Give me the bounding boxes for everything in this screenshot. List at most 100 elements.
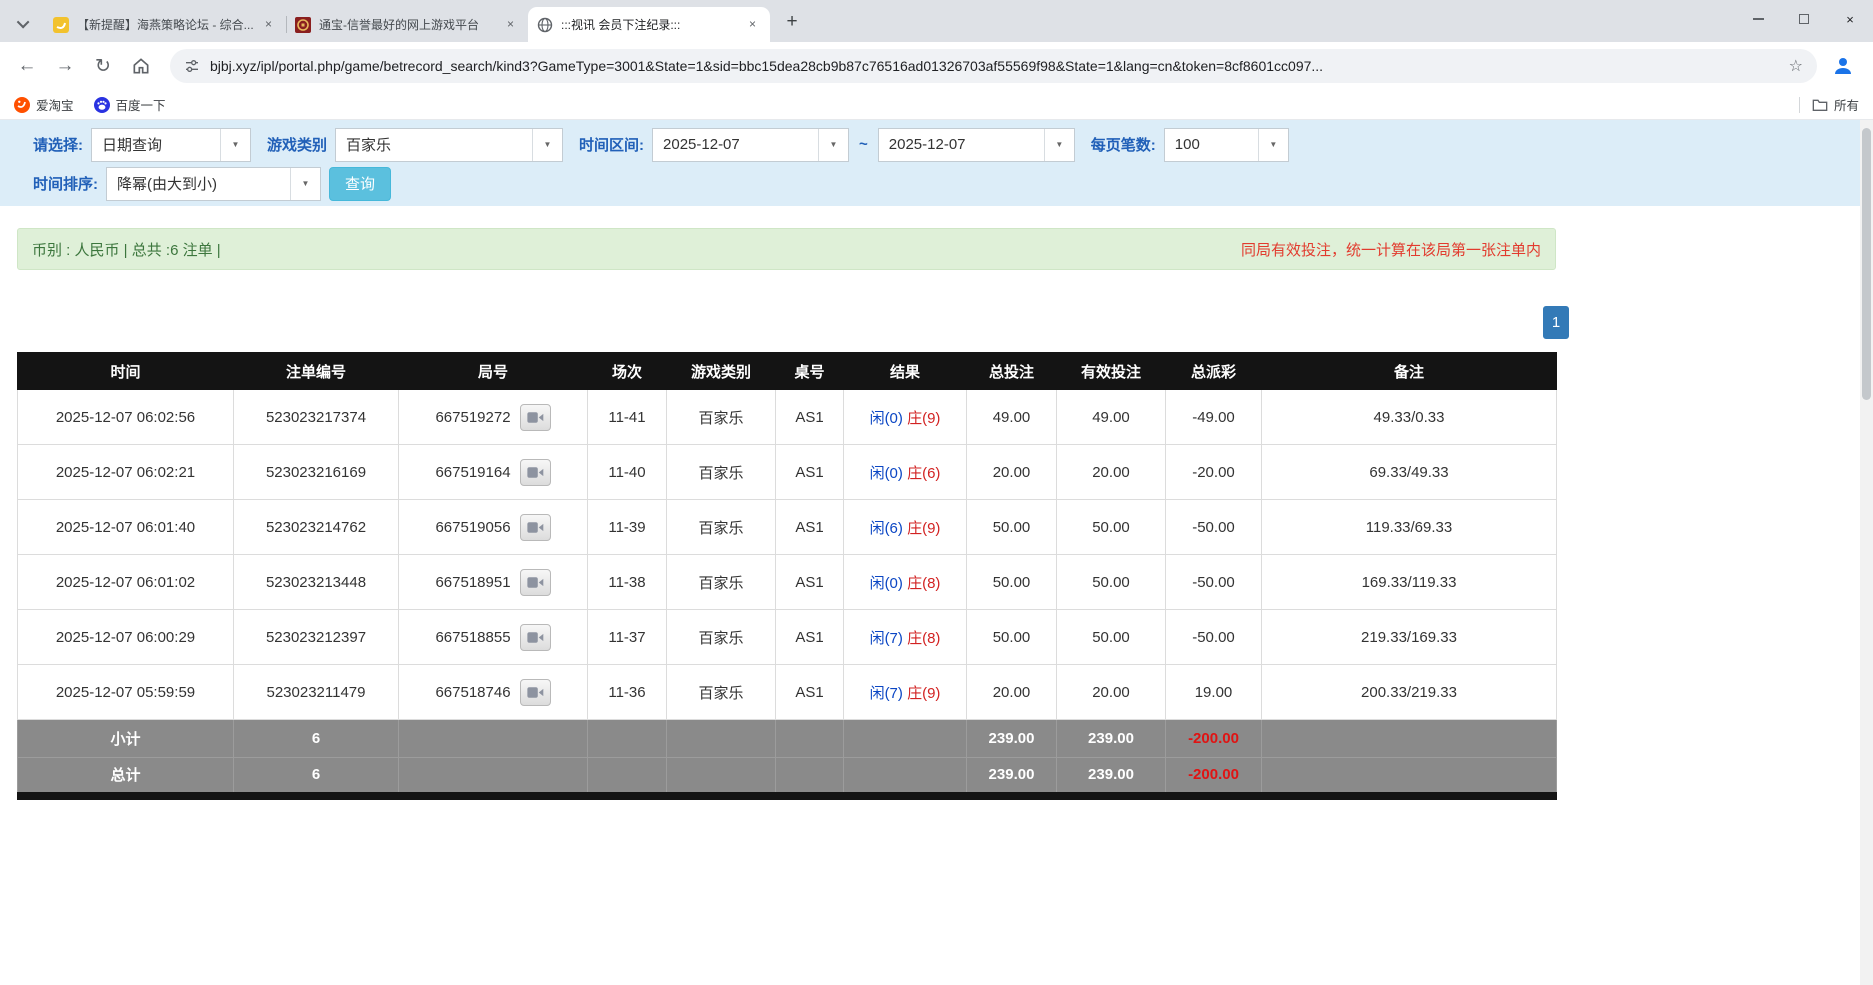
browser-tab-1[interactable]: 【新提醒】海燕策略论坛 - 综合... × bbox=[44, 7, 286, 42]
tab-close-icon[interactable]: × bbox=[502, 16, 519, 33]
profile-avatar[interactable] bbox=[1827, 50, 1859, 82]
player-result: 闲(7) bbox=[870, 630, 903, 647]
search-button[interactable]: 查询 bbox=[329, 167, 391, 201]
tab-search-button[interactable] bbox=[10, 9, 38, 37]
new-tab-button[interactable]: + bbox=[778, 8, 806, 36]
range-separator: ~ bbox=[859, 136, 868, 153]
cell-time: 2025-12-07 06:01:40 bbox=[18, 500, 234, 555]
bet-records-table: 时间 注单编号 局号 场次 游戏类别 桌号 结果 总投注 有效投注 总派彩 备注… bbox=[17, 352, 1557, 800]
filter-row-2: 时间排序: 降幂(由大到小) ▼ 查询 bbox=[33, 164, 1873, 203]
url-text[interactable]: bjbj.xyz/ipl/portal.php/game/betrecord_s… bbox=[210, 58, 1779, 74]
site-info-icon[interactable] bbox=[184, 58, 200, 74]
scrollbar-thumb[interactable] bbox=[1862, 128, 1871, 400]
time-range-label: 时间区间: bbox=[579, 134, 644, 155]
reload-button[interactable]: ↻ bbox=[86, 49, 120, 83]
pagination-page-1[interactable]: 1 bbox=[1543, 306, 1569, 339]
browser-tab-3-active[interactable]: :::视讯 会员下注纪录::: × bbox=[528, 7, 770, 42]
dropdown-arrow-icon[interactable]: ▼ bbox=[1258, 129, 1288, 161]
cell-note: 69.33/49.33 bbox=[1262, 445, 1557, 500]
video-replay-icon[interactable] bbox=[520, 679, 551, 706]
video-camera-icon bbox=[527, 466, 544, 479]
banker-result: 庄(9) bbox=[907, 520, 940, 537]
empty-cell bbox=[1262, 720, 1557, 758]
sort-dropdown[interactable]: 降幂(由大到小) ▼ bbox=[106, 167, 321, 201]
video-camera-icon bbox=[527, 521, 544, 534]
game-type-dropdown[interactable]: 百家乐 ▼ bbox=[335, 128, 563, 162]
bookmark-star-icon[interactable]: ☆ bbox=[1789, 56, 1803, 76]
maximize-button[interactable] bbox=[1781, 0, 1827, 38]
tab-title: 通宝-信誉最好的网上游戏平台 bbox=[319, 16, 502, 33]
forward-button[interactable]: → bbox=[48, 49, 82, 83]
bookmark-baidu[interactable]: 百度一下 bbox=[94, 95, 166, 114]
dropdown-arrow-icon[interactable]: ▼ bbox=[1044, 129, 1074, 161]
cell-total-bet-link[interactable]: 50.00 bbox=[967, 610, 1057, 665]
cell-valid-bet: 20.00 bbox=[1057, 445, 1166, 500]
empty-cell bbox=[399, 758, 588, 796]
cell-time: 2025-12-07 06:02:56 bbox=[18, 390, 234, 445]
url-bar[interactable]: bjbj.xyz/ipl/portal.php/game/betrecord_s… bbox=[170, 49, 1817, 83]
total-row: 总计 6 239.00 239.00 -200.00 bbox=[18, 758, 1557, 796]
bookmark-label: 百度一下 bbox=[116, 95, 166, 114]
video-replay-icon[interactable] bbox=[520, 569, 551, 596]
page-scrollbar[interactable] bbox=[1860, 120, 1873, 985]
bookmark-taobao[interactable]: 爱淘宝 bbox=[14, 95, 74, 114]
cell-game-type: 百家乐 bbox=[667, 390, 776, 445]
table-row: 2025-12-07 06:01:40523023214762667519056… bbox=[18, 500, 1557, 555]
cell-total-bet-link[interactable]: 20.00 bbox=[967, 445, 1057, 500]
dropdown-arrow-icon[interactable]: ▼ bbox=[290, 168, 320, 200]
bookmark-label: 爱淘宝 bbox=[36, 95, 74, 114]
cell-result: 闲(7) 庄(9) bbox=[844, 665, 967, 720]
col-header-time: 时间 bbox=[18, 353, 234, 390]
bookmarks-bar: 爱淘宝 百度一下 所有 bbox=[0, 90, 1873, 120]
window-controls: × bbox=[1735, 0, 1873, 38]
sort-label: 时间排序: bbox=[33, 173, 98, 194]
page-size-dropdown[interactable]: 100 ▼ bbox=[1164, 128, 1289, 162]
cell-bet-id: 523023213448 bbox=[234, 555, 399, 610]
cell-note: 49.33/0.33 bbox=[1262, 390, 1557, 445]
close-window-button[interactable]: × bbox=[1827, 0, 1873, 38]
date-to-dropdown[interactable]: 2025-12-07 ▼ bbox=[878, 128, 1075, 162]
col-header-session: 场次 bbox=[588, 353, 667, 390]
video-replay-icon[interactable] bbox=[520, 624, 551, 651]
date-from-dropdown[interactable]: 2025-12-07 ▼ bbox=[652, 128, 849, 162]
page-size-label: 每页笔数: bbox=[1091, 134, 1156, 155]
cell-total-bet-link[interactable]: 20.00 bbox=[967, 665, 1057, 720]
cell-total-bet-link[interactable]: 49.00 bbox=[967, 390, 1057, 445]
cell-total-bet-link[interactable]: 50.00 bbox=[967, 500, 1057, 555]
empty-cell bbox=[667, 758, 776, 796]
video-replay-icon[interactable] bbox=[520, 514, 551, 541]
all-bookmarks-button[interactable]: 所有 bbox=[1799, 95, 1859, 114]
cell-bet-id: 523023214762 bbox=[234, 500, 399, 555]
cell-valid-bet: 50.00 bbox=[1057, 555, 1166, 610]
dropdown-arrow-icon[interactable]: ▼ bbox=[532, 129, 562, 161]
globe-favicon bbox=[537, 17, 553, 33]
cell-time: 2025-12-07 06:00:29 bbox=[18, 610, 234, 665]
browser-tab-2[interactable]: 通宝-信誉最好的网上游戏平台 × bbox=[286, 7, 528, 42]
cell-valid-bet: 20.00 bbox=[1057, 665, 1166, 720]
cell-game-type: 百家乐 bbox=[667, 610, 776, 665]
tab-close-icon[interactable]: × bbox=[744, 16, 761, 33]
video-replay-icon[interactable] bbox=[520, 404, 551, 431]
round-id-text: 667518855 bbox=[435, 629, 510, 646]
round-id-text: 667519272 bbox=[435, 409, 510, 426]
cell-total-bet-link[interactable]: 50.00 bbox=[967, 555, 1057, 610]
home-button[interactable] bbox=[124, 49, 158, 83]
back-button[interactable]: ← bbox=[10, 49, 44, 83]
minimize-button[interactable] bbox=[1735, 0, 1781, 38]
cell-round-id: 667519272 bbox=[399, 390, 588, 445]
empty-cell bbox=[667, 720, 776, 758]
cell-bet-id: 523023216169 bbox=[234, 445, 399, 500]
dropdown-arrow-icon[interactable]: ▼ bbox=[818, 129, 848, 161]
summary-left-text: 币别 : 人民币 | 总共 :6 注单 | bbox=[32, 239, 221, 260]
player-result: 闲(0) bbox=[870, 465, 903, 482]
summary-bar: 币别 : 人民币 | 总共 :6 注单 | 同局有效投注，统一计算在该局第一张注… bbox=[17, 228, 1556, 270]
tab-close-icon[interactable]: × bbox=[260, 16, 277, 33]
video-replay-icon[interactable] bbox=[520, 459, 551, 486]
cell-round-id: 667518746 bbox=[399, 665, 588, 720]
select-mode-dropdown[interactable]: 日期查询 ▼ bbox=[91, 128, 251, 162]
col-header-payout: 总派彩 bbox=[1166, 353, 1262, 390]
person-icon bbox=[1831, 54, 1855, 78]
dropdown-arrow-icon[interactable]: ▼ bbox=[220, 129, 250, 161]
cell-result: 闲(7) 庄(8) bbox=[844, 610, 967, 665]
folder-icon bbox=[1812, 98, 1828, 112]
